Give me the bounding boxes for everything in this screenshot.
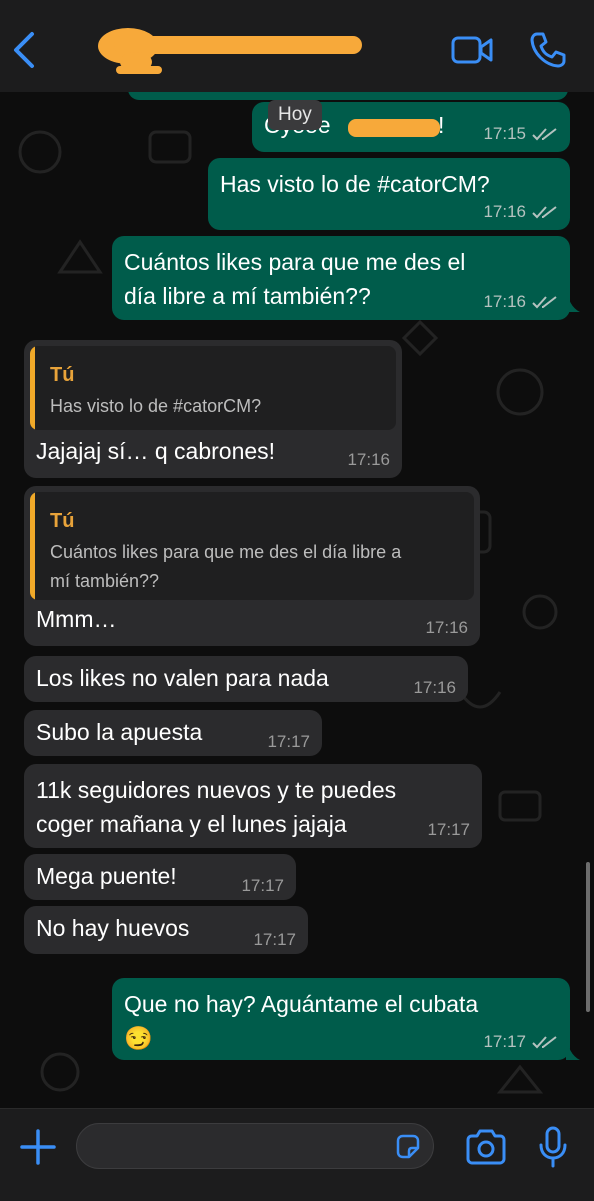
message-time: 17:16	[413, 678, 456, 697]
message-bubble-incoming[interactable]: Subo la apuesta 17:17	[24, 710, 322, 756]
double-check-icon	[532, 128, 557, 141]
quoted-message[interactable]: Tú Has visto lo de #catorCM?	[30, 346, 396, 430]
message-composer	[0, 1108, 594, 1201]
quote-author: Tú	[50, 510, 75, 532]
quoted-message[interactable]: Tú Cuántos likes para que me des el día …	[30, 492, 474, 600]
message-meta: 17:16	[483, 202, 558, 222]
microphone-button[interactable]	[538, 1125, 568, 1169]
bubble-tail	[566, 1036, 580, 1060]
message-meta: 17:17	[267, 732, 310, 752]
chevron-left-icon	[14, 32, 34, 68]
message-meta: 17:15	[483, 124, 558, 144]
quote-author: Tú	[50, 364, 75, 386]
message-meta: 17:16	[483, 292, 558, 312]
phone-call-icon	[530, 32, 566, 68]
message-time: 17:16	[483, 292, 526, 311]
message-bubble-incoming[interactable]: Tú Has visto lo de #catorCM? Jajajaj sí……	[24, 340, 402, 478]
contact-name-redacted[interactable]	[96, 26, 362, 76]
back-button[interactable]	[8, 28, 44, 72]
message-list[interactable]: Cyeee ! 17:15 Hoy Has visto lo de #cator…	[0, 92, 594, 1108]
message-meta: 17:17	[483, 1032, 558, 1052]
message-time: 17:16	[347, 450, 390, 469]
message-bubble-incoming[interactable]: Tú Cuántos likes para que me des el día …	[24, 486, 480, 646]
video-call-button[interactable]	[450, 30, 494, 70]
message-meta: 17:16	[347, 450, 390, 470]
camera-icon	[466, 1129, 506, 1165]
message-meta: 17:16	[425, 618, 468, 638]
message-input[interactable]	[76, 1123, 434, 1169]
day-separator: Hoy	[268, 100, 322, 130]
message-text-line: Cuántos likes para que me des el	[124, 249, 466, 275]
message-meta: 17:17	[241, 876, 284, 896]
message-meta: 17:17	[253, 930, 296, 950]
bubble-tail	[566, 288, 580, 312]
message-time: 17:15	[483, 124, 526, 143]
message-text-line: coger mañana y el lunes jajaja	[36, 811, 347, 837]
message-bubble-outgoing[interactable]: Cuántos likes para que me des el día lib…	[112, 236, 570, 320]
microphone-icon	[539, 1126, 567, 1168]
sticker-button[interactable]	[394, 1133, 422, 1161]
quote-text: Has visto lo de #catorCM?	[50, 396, 262, 416]
plus-icon	[20, 1129, 56, 1165]
message-text: Has visto lo de #catorCM?	[220, 171, 490, 197]
message-bubble-outgoing[interactable]: Que no hay? Aguántame el cubata 😏 17:17	[112, 978, 570, 1060]
chat-scrollbar[interactable]	[586, 862, 590, 1012]
message-time: 17:17	[483, 1032, 526, 1051]
video-call-icon	[451, 36, 493, 64]
quote-accent-bar	[30, 346, 35, 430]
message-text: Los likes no valen para nada	[36, 665, 329, 691]
message-bubble-outgoing[interactable]	[128, 92, 568, 100]
message-time: 17:17	[241, 876, 284, 895]
message-time: 17:17	[267, 732, 310, 751]
message-meta: 17:17	[427, 820, 470, 840]
sticker-icon	[396, 1134, 420, 1159]
quote-text-line: mí también??	[50, 571, 160, 591]
quote-text-line: Cuántos likes para que me des el día lib…	[50, 542, 402, 562]
double-check-icon	[532, 206, 557, 219]
message-text: Jajajaj sí… q cabrones!	[36, 438, 276, 464]
quote-accent-bar	[30, 492, 35, 600]
message-bubble-outgoing[interactable]: Has visto lo de #catorCM? 17:16	[208, 158, 570, 230]
message-bubble-incoming[interactable]: 11k seguidores nuevos y te puedes coger …	[24, 764, 482, 848]
message-time: 17:17	[427, 820, 470, 839]
message-text-line: Que no hay? Aguántame el cubata	[124, 991, 479, 1017]
double-check-icon	[532, 1036, 557, 1049]
message-time: 17:17	[253, 930, 296, 949]
message-bubble-incoming[interactable]: Los likes no valen para nada 17:16	[24, 656, 468, 702]
message-bubble-incoming[interactable]: Mega puente! 17:17	[24, 854, 296, 900]
camera-button[interactable]	[464, 1127, 508, 1167]
chat-header	[0, 0, 594, 93]
message-time: 17:16	[483, 202, 526, 221]
message-bubble-incoming[interactable]: No hay huevos 17:17	[24, 906, 308, 954]
message-text: Mmm…	[36, 606, 117, 632]
message-text-line: 11k seguidores nuevos y te puedes	[36, 777, 397, 803]
attach-button[interactable]	[18, 1127, 58, 1167]
message-meta: 17:16	[413, 678, 456, 698]
redaction-scribble	[348, 119, 440, 137]
phone-call-button[interactable]	[528, 30, 568, 70]
double-check-icon	[532, 296, 557, 309]
message-time: 17:16	[425, 618, 468, 637]
